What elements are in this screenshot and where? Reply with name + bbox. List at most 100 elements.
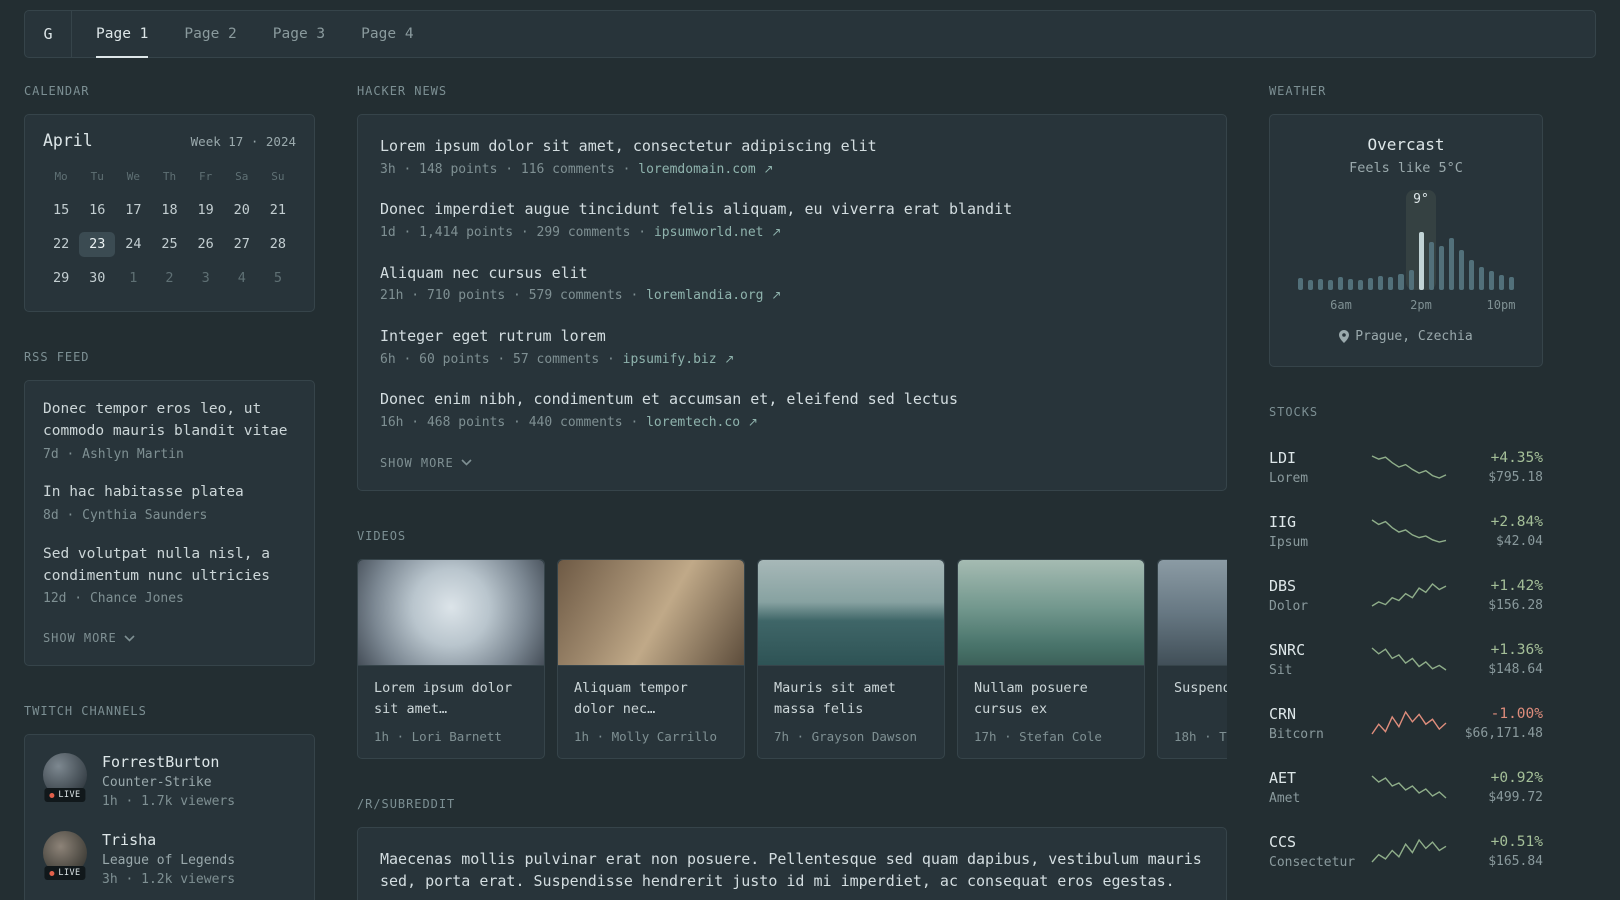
video-body: Aliquam tempor dolor nec pharetra… 1h · …	[558, 666, 744, 758]
section-header-stocks: STOCKS	[1269, 405, 1319, 419]
stock-row[interactable]: AHS +0.46%	[1269, 883, 1543, 900]
video-card[interactable]: Mauris sit amet massa felis 7h · Grayson…	[757, 558, 945, 759]
stock-name: Sit	[1269, 662, 1293, 678]
hackernews-item-meta: 16h · 468 points · 440 comments · loremt…	[380, 414, 1204, 433]
hackernews-item-title[interactable]: Aliquam nec cursus elit	[380, 262, 1204, 285]
calendar-day: 2	[165, 270, 174, 286]
hackernews-item-title[interactable]: Lorem ipsum dolor sit amet, consectetur …	[380, 135, 1204, 158]
video-title: Suspendisse diam	[1174, 679, 1227, 696]
twitch-channel-row[interactable]: LIVE Trisha League of Legends 3h · 1.2k …	[43, 831, 296, 887]
source-domain-link[interactable]: loremlandia.org	[646, 288, 763, 303]
hackernews-widget: HACKER NEWS Lorem ipsum dolor sit amet, …	[357, 84, 1227, 491]
weather-hourly-chart: 9°	[1296, 190, 1516, 290]
calendar-day: 15	[52, 202, 70, 218]
left-column: CALENDAR April Week 17 · 2024 Mo Tu We Th Fr…	[24, 84, 315, 900]
stock-values: +0.92% $499.72	[1457, 770, 1543, 805]
hackernews-show-more-button[interactable]: SHOW MORE	[380, 456, 472, 470]
rss-item-title[interactable]: Sed volutpat nulla nisl, a condimentum n…	[43, 544, 296, 588]
external-link-icon: ↗	[771, 288, 782, 303]
stock-row[interactable]: SNRC Sit +1.36% $148.64	[1269, 627, 1543, 691]
weather-widget: WEATHER Overcast Feels like 5°C 9° 6am 2p…	[1269, 84, 1543, 367]
calendar-weekday-label: We	[126, 170, 140, 183]
live-dot-icon	[49, 792, 55, 798]
stock-price: $165.84	[1488, 853, 1543, 869]
rss-show-more-button[interactable]: SHOW MORE	[43, 631, 135, 645]
weather-bar	[1428, 242, 1434, 290]
subreddit-widget: /R/SUBREDDIT Maecenas mollis pulvinar er…	[357, 797, 1227, 900]
stock-values: +2.84% $42.04	[1457, 514, 1543, 549]
stock-sparkline	[1361, 518, 1457, 544]
weather-feels-like: Feels like 5°C	[1349, 160, 1463, 176]
stock-row[interactable]: IIG Ipsum +2.84% $42.04	[1269, 499, 1543, 563]
stock-row[interactable]: DBS Dolor +1.42% $156.28	[1269, 563, 1543, 627]
stock-name: Lorem	[1269, 470, 1309, 486]
hackernews-card: Lorem ipsum dolor sit amet, consectetur …	[357, 114, 1227, 491]
stock-sparkline	[1361, 646, 1457, 672]
stock-name: Amet	[1269, 790, 1301, 806]
hackernews-item-title[interactable]: Donec enim nibh, condimentum et accumsan…	[380, 388, 1204, 411]
video-thumbnail	[358, 559, 544, 666]
stock-id: IIG Ipsum	[1269, 513, 1361, 550]
stock-row[interactable]: AET Amet +0.92% $499.72	[1269, 755, 1543, 819]
chevron-down-icon	[461, 459, 472, 466]
stocks-list: LDI Lorem +4.35% $795.18 IIG Ipsum +2.84…	[1269, 435, 1543, 900]
hackernews-item-title[interactable]: Donec imperdiet augue tincidunt felis al…	[380, 198, 1204, 221]
stock-symbol: IIG	[1269, 512, 1297, 531]
calendar-weekday-label: Su	[271, 170, 285, 183]
twitch-channel-game: League of Legends	[102, 853, 236, 869]
tab-page-3[interactable]: Page 3	[273, 11, 325, 57]
tab-page-1[interactable]: Page 1	[96, 11, 149, 58]
weather-bar	[1408, 270, 1414, 290]
twitch-channel-name: ForrestBurton	[102, 753, 220, 772]
tab-page-2[interactable]: Page 2	[184, 11, 236, 57]
section-header-twitch: TWITCH CHANNELS	[24, 704, 147, 719]
stock-price: $795.18	[1488, 469, 1543, 485]
hackernews-item: Integer eget rutrum lorem 6h · 60 points…	[380, 325, 1204, 369]
video-card[interactable]: Lorem ipsum dolor sit amet consectetu… 1…	[357, 558, 545, 759]
stock-symbol: AET	[1269, 768, 1297, 787]
location-pin-icon	[1339, 330, 1350, 343]
twitch-channel-meta: 1h · 1.7k viewers	[102, 794, 236, 810]
rss-item-title[interactable]: Donec tempor eros leo, ut commodo mauris…	[43, 399, 296, 443]
video-card[interactable]: Nullam posuere cursus ex 17h · Stefan Co…	[957, 558, 1145, 759]
source-domain-link[interactable]: ipsumworld.net	[654, 225, 764, 240]
tab-page-4[interactable]: Page 4	[361, 11, 413, 57]
stock-row[interactable]: CRN Bitcorn -1.00% $66,171.48	[1269, 691, 1543, 755]
weather-bar	[1298, 278, 1304, 290]
calendar-day: 5	[273, 270, 282, 286]
stock-row[interactable]: LDI Lorem +4.35% $795.18	[1269, 435, 1543, 499]
twitch-channel-game: Counter-Strike	[102, 775, 212, 791]
source-domain-link[interactable]: ipsumify.biz	[623, 352, 717, 367]
weather-time-label: 2pm	[1410, 298, 1432, 312]
subreddit-post-title[interactable]: Maecenas mollis pulvinar erat non posuer…	[380, 848, 1204, 893]
chevron-down-icon	[124, 635, 135, 642]
hackernews-item-title[interactable]: Integer eget rutrum lorem	[380, 325, 1204, 348]
stock-sparkline	[1361, 454, 1457, 480]
section-header-rss: RSS FEED	[24, 350, 90, 364]
twitch-channel-info: Trisha League of Legends 3h · 1.2k viewe…	[102, 831, 235, 887]
rss-item: Sed volutpat nulla nisl, a condimentum n…	[43, 544, 296, 609]
twitch-channel-meta: 3h · 1.2k viewers	[102, 872, 236, 888]
stock-sparkline	[1361, 774, 1457, 800]
source-domain-link[interactable]: loremtech.co	[646, 415, 740, 430]
rss-item: Donec tempor eros leo, ut commodo mauris…	[43, 399, 296, 464]
twitch-channel-name: Trisha	[102, 831, 157, 850]
source-domain-link[interactable]: loremdomain.com	[638, 162, 755, 177]
stock-name: Dolor	[1269, 598, 1309, 614]
video-title: Aliquam tempor dolor nec pharetra…	[574, 679, 688, 717]
stock-row[interactable]: CCS Consectetur +0.51% $165.84	[1269, 819, 1543, 883]
video-card[interactable]: Suspendisse diam 18h · Tara	[1157, 558, 1227, 759]
hackernews-item-meta: 6h · 60 points · 57 comments · ipsumify.…	[380, 351, 1204, 370]
video-card[interactable]: Aliquam tempor dolor nec pharetra… 1h · …	[557, 558, 745, 759]
app-logo[interactable]: G	[25, 11, 72, 57]
rss-item-title[interactable]: In hac habitasse platea	[43, 482, 296, 504]
calendar-day: 28	[269, 236, 287, 252]
stock-price: $499.72	[1488, 789, 1543, 805]
twitch-channel-row[interactable]: LIVE ForrestBurton Counter-Strike 1h · 1…	[43, 753, 296, 809]
external-link-icon: ↗	[747, 414, 758, 429]
video-meta: 7h · Grayson Dawson	[774, 728, 917, 744]
hackernews-item-meta: 1d · 1,414 points · 299 comments · ipsum…	[380, 224, 1204, 243]
videos-widget: VIDEOS Lorem ipsum dolor sit amet consec…	[357, 529, 1227, 759]
meta-text: 21h · 710 points · 579 comments ·	[380, 288, 647, 304]
twitch-card: LIVE ForrestBurton Counter-Strike 1h · 1…	[24, 734, 315, 900]
